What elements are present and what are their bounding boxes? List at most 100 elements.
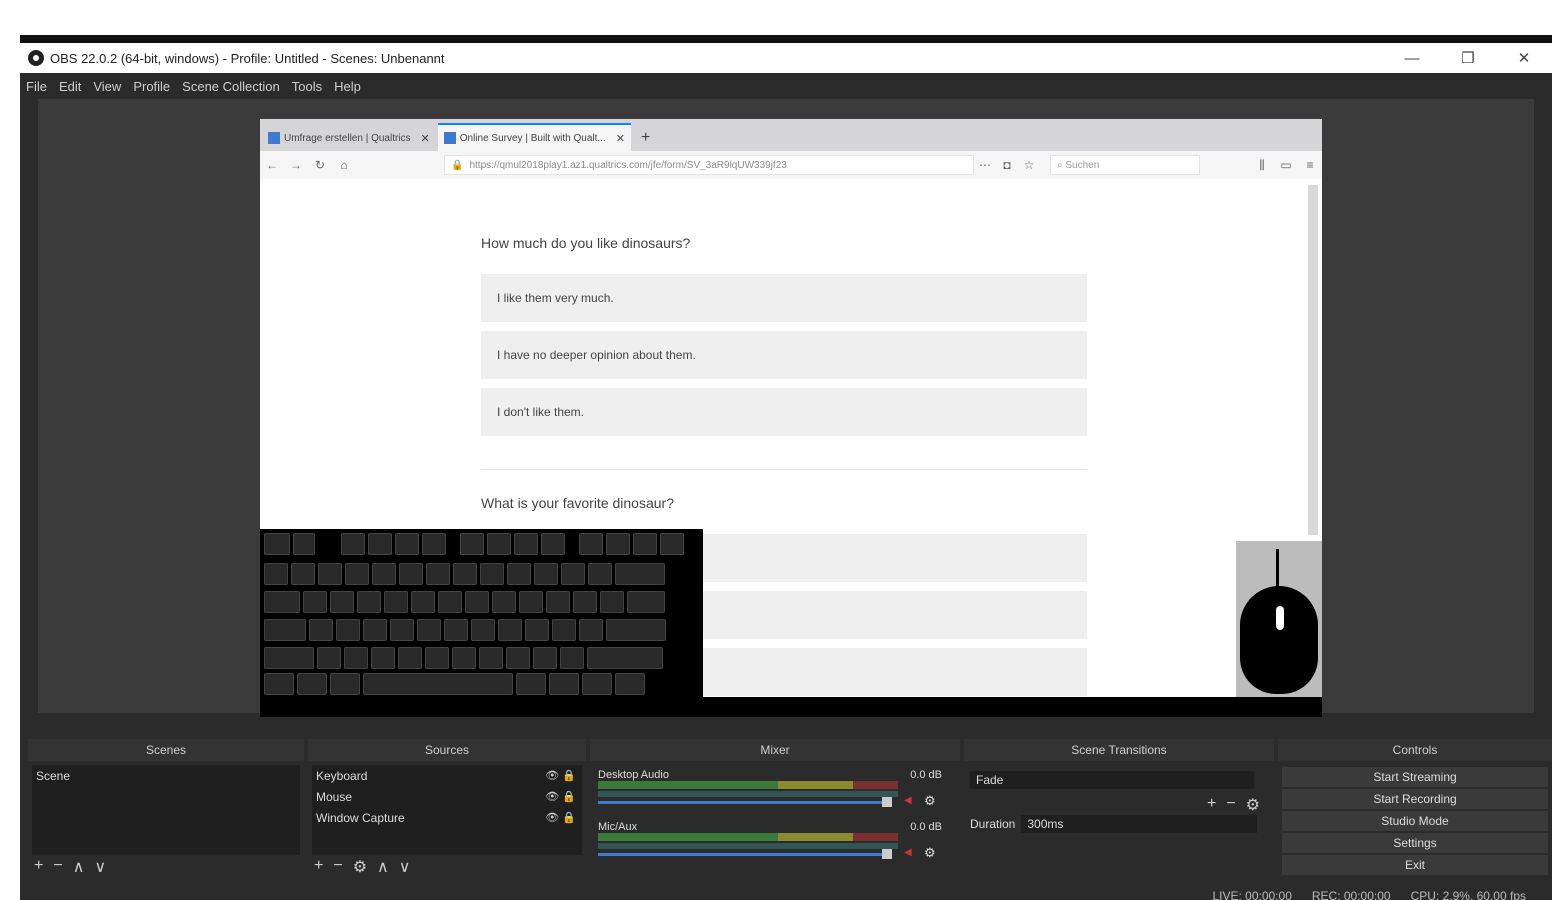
remove-icon[interactable]: −	[53, 857, 62, 877]
sources-dock: Sources Keyboard 👁 🔒 Mouse 👁 🔒 Window Ca…	[308, 739, 586, 881]
source-item[interactable]: Mouse 👁 🔒	[312, 786, 582, 807]
lock-icon: 🔒	[451, 159, 464, 171]
move-up-icon[interactable]: ∧	[377, 857, 389, 877]
browser-tab-active[interactable]: Online Survey | Built with Qualt... ✕	[437, 123, 631, 151]
visibility-lock-icons[interactable]: 👁 🔒	[545, 769, 576, 782]
forward-icon[interactable]: →	[284, 158, 308, 172]
source-item[interactable]: Keyboard 👁 🔒	[312, 765, 582, 786]
remove-icon[interactable]: −	[333, 857, 342, 877]
status-bar: LIVE: 00:00:00 REC: 00:00:00 CPU: 2.9%, …	[1212, 889, 1552, 900]
scenes-dock: Scenes Scene + − ∧ ∨	[28, 739, 304, 881]
qualtrics-icon	[268, 132, 280, 144]
browser-toolbar: ← → ↻ ⌂ 🔒 https://qmul2018play1.az1.qual…	[260, 151, 1322, 180]
start-streaming-button[interactable]: Start Streaming	[1282, 767, 1548, 787]
close-button[interactable]: ✕	[1496, 49, 1552, 67]
tab-label: Online Survey | Built with Qualt...	[459, 132, 606, 144]
move-down-icon[interactable]: ∨	[94, 857, 106, 877]
channel-name: Desktop Audio	[598, 769, 669, 781]
move-down-icon[interactable]: ∨	[399, 857, 411, 877]
browser-tab[interactable]: Umfrage erstellen | Qualtrics ✕	[262, 125, 436, 151]
gear-icon[interactable]: ⚙	[924, 845, 936, 861]
transitions-toolbar: + − ⚙	[1207, 795, 1260, 815]
gear-icon[interactable]: ⚙	[353, 857, 367, 877]
volume-meter	[598, 833, 898, 841]
speaker-icon[interactable]: ◀	[904, 795, 912, 806]
controls-dock: Controls Start Streaming Start Recording…	[1278, 739, 1552, 881]
rec-timer: REC: 00:00:00	[1311, 889, 1391, 900]
new-tab-button[interactable]: +	[633, 125, 658, 151]
gear-icon[interactable]: ⚙	[1246, 795, 1260, 815]
minimize-button[interactable]: —	[1384, 50, 1440, 67]
menu-edit[interactable]: Edit	[59, 79, 81, 94]
volume-slider-handle[interactable]	[882, 849, 892, 859]
menu-tools[interactable]: Tools	[292, 79, 322, 94]
volume-slider-handle[interactable]	[882, 797, 892, 807]
search-icon: ⌕	[1057, 159, 1066, 171]
browser-tab-strip: Umfrage erstellen | Qualtrics ✕ Online S…	[260, 119, 1322, 151]
visibility-lock-icons[interactable]: 👁 🔒	[545, 811, 576, 824]
volume-meter	[598, 781, 898, 789]
add-icon[interactable]: +	[1207, 795, 1216, 815]
close-tab-icon[interactable]: ✕	[421, 132, 430, 145]
answer-choice[interactable]: I like them very much.	[481, 274, 1087, 322]
menu-view[interactable]: View	[93, 79, 121, 94]
reload-icon[interactable]: ↻	[308, 158, 332, 172]
add-icon[interactable]: +	[34, 857, 43, 877]
speaker-icon[interactable]: ◀	[904, 847, 912, 858]
visibility-lock-icons[interactable]: 👁 🔒	[545, 790, 576, 803]
question-separator	[481, 469, 1087, 470]
cpu-status: CPU: 2.9%, 60.00 fps	[1410, 889, 1526, 900]
url-text: https://qmul2018play1.az1.qualtrics.com/…	[469, 159, 787, 171]
close-tab-icon[interactable]: ✕	[616, 132, 625, 145]
remove-icon[interactable]: −	[1226, 795, 1235, 815]
sources-title: Sources	[308, 739, 586, 761]
menu-help[interactable]: Help	[334, 79, 361, 94]
sources-list[interactable]: Keyboard 👁 🔒 Mouse 👁 🔒 Window Capture 👁 …	[312, 765, 582, 855]
transition-select[interactable]: Fade	[970, 771, 1254, 789]
back-icon[interactable]: ←	[260, 158, 284, 172]
menu-scene-collection[interactable]: Scene Collection	[182, 79, 280, 94]
settings-button[interactable]: Settings	[1282, 833, 1548, 853]
pocket-icon[interactable]: ◘	[996, 158, 1018, 172]
mouse-wheel	[1276, 606, 1284, 630]
answer-choice[interactable]: I have no deeper opinion about them.	[481, 331, 1087, 379]
exit-button[interactable]: Exit	[1282, 855, 1548, 875]
key-row	[264, 619, 669, 641]
search-placeholder: Suchen	[1065, 159, 1100, 171]
channel-db: 0.0 dB	[910, 769, 942, 781]
restore-button[interactable]: ❐	[1440, 49, 1496, 67]
add-icon[interactable]: +	[314, 857, 323, 877]
channel-db: 0.0 dB	[910, 821, 942, 833]
answer-choice[interactable]: I don't like them.	[481, 388, 1087, 436]
browser-search-box[interactable]: ⌕ Suchen	[1050, 155, 1200, 175]
start-recording-button[interactable]: Start Recording	[1282, 789, 1548, 809]
move-up-icon[interactable]: ∧	[73, 857, 85, 877]
home-icon[interactable]: ⌂	[332, 158, 356, 172]
bookmark-star-icon[interactable]: ☆	[1018, 158, 1040, 172]
menu-profile[interactable]: Profile	[133, 79, 170, 94]
scene-item[interactable]: Scene	[32, 765, 300, 786]
qualtrics-icon	[443, 132, 456, 144]
library-icon[interactable]: ⫼	[1250, 158, 1274, 173]
title-bar: OBS 22.0.2 (64-bit, windows) - Profile: …	[20, 43, 1552, 73]
obs-logo-icon	[28, 50, 44, 66]
volume-slider[interactable]	[598, 801, 888, 804]
page-actions-icon[interactable]: ⋯	[974, 158, 996, 172]
mixer-title: Mixer	[590, 739, 960, 761]
duration-input[interactable]: 300ms	[1021, 815, 1258, 833]
mixer-channel: Mic/Aux 0.0 dB ◀ ⚙	[594, 817, 946, 869]
hamburger-menu-icon[interactable]: ≡	[1298, 158, 1322, 173]
source-label: Window Capture	[316, 810, 405, 825]
source-item[interactable]: Window Capture 👁 🔒	[312, 807, 582, 828]
menu-file[interactable]: File	[26, 79, 47, 94]
mouse-icon	[1240, 586, 1318, 694]
gear-icon[interactable]: ⚙	[924, 793, 936, 809]
preview-area: Umfrage erstellen | Qualtrics ✕ Online S…	[38, 99, 1534, 717]
url-bar[interactable]: 🔒 https://qmul2018play1.az1.qualtrics.co…	[444, 155, 974, 175]
volume-slider[interactable]	[598, 853, 888, 856]
page-scrollbar[interactable]	[1308, 185, 1318, 535]
scenes-list[interactable]: Scene	[32, 765, 300, 855]
keyboard-overlay	[260, 529, 703, 697]
sidebar-icon[interactable]: ▭	[1274, 158, 1298, 173]
studio-mode-button[interactable]: Studio Mode	[1282, 811, 1548, 831]
